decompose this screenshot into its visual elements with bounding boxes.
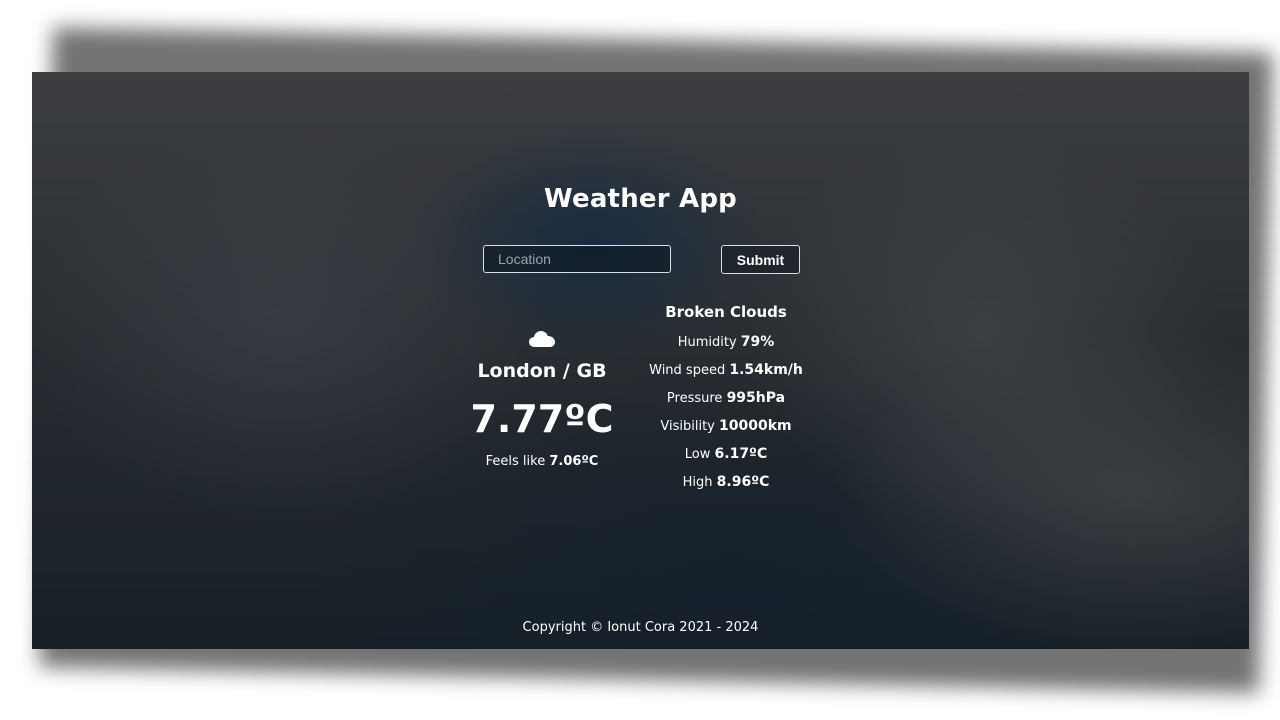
location-input[interactable] [483,245,671,273]
visibility-label: Visibility [660,419,715,434]
app-content: Weather App Submit London / GB 7.77ºC Fe… [32,72,1249,649]
low-temp-row: Low 6.17ºC [626,442,826,470]
cloud-icon [529,331,555,347]
feels-like: Feels like 7.06ºC [462,454,622,469]
pressure-row: Pressure 995hPa [626,386,826,414]
pressure-label: Pressure [666,391,723,406]
copyright-footer: Copyright © Ionut Cora 2021 - 2024 [522,620,759,635]
app-title: Weather App [544,184,737,214]
high-temp-value: 8.96ºC [716,474,770,490]
location-name: London / GB [477,360,607,382]
low-temp-value: 6.17ºC [714,446,768,462]
current-temperature: 7.77ºC [470,397,614,441]
wind-speed-value: 1.54km/h [729,362,803,378]
wind-speed-label: Wind speed [649,363,726,378]
current-weather-panel: London / GB 7.77ºC Feels like 7.06ºC [462,330,622,469]
visibility-row: Visibility 10000km [626,414,826,442]
humidity-value: 79% [740,334,775,350]
feels-like-label: Feels like [485,454,546,469]
low-temp-label: Low [684,447,711,462]
feels-like-value: 7.06ºC [549,454,599,469]
submit-button[interactable]: Submit [721,245,800,274]
humidity-row: Humidity 79% [626,330,826,358]
wind-speed-row: Wind speed 1.54km/h [626,358,826,386]
high-temp-label: High [682,475,713,490]
visibility-value: 10000km [719,418,792,434]
high-temp-row: High 8.96ºC [626,470,826,498]
weather-app-page: Weather App Submit London / GB 7.77ºC Fe… [32,72,1249,649]
weather-description: Broken Clouds [665,303,787,321]
weather-details-panel: Broken Clouds Humidity 79% Wind speed 1.… [626,300,826,498]
humidity-label: Humidity [677,335,737,350]
pressure-value: 995hPa [726,390,786,406]
